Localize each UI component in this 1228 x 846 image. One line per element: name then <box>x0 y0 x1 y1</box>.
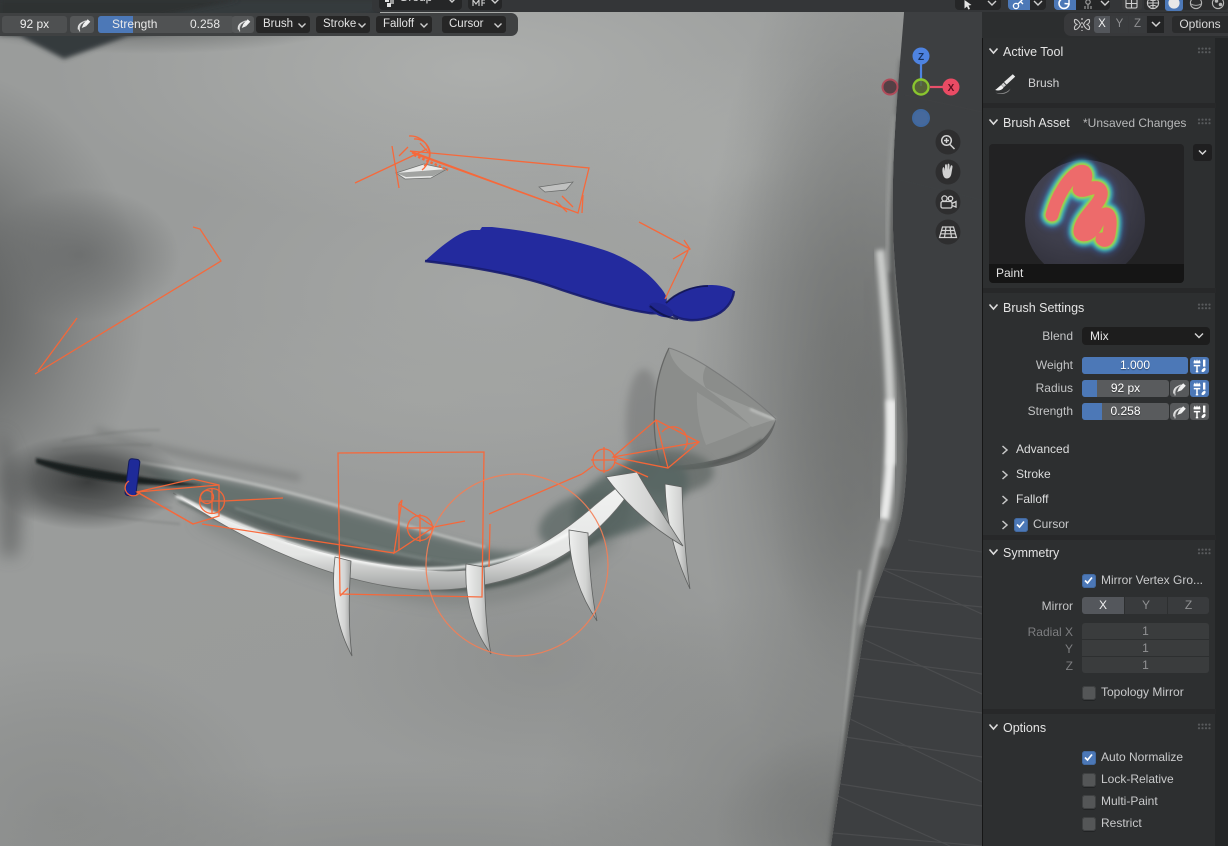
svg-text:Z: Z <box>918 52 924 63</box>
svg-text:X: X <box>948 83 955 94</box>
